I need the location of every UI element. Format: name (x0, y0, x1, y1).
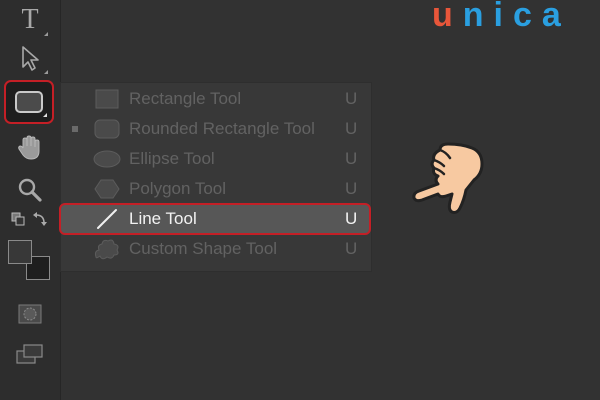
current-tool-indicator-icon (72, 126, 78, 132)
color-swatches[interactable] (6, 238, 56, 288)
menu-item-shortcut: U (345, 119, 358, 138)
foreground-color-swatch[interactable] (8, 240, 32, 264)
menu-item-label: Rounded Rectangle Tool (129, 119, 315, 138)
logo-rest: nica (462, 0, 571, 34)
rectangle-icon (93, 88, 121, 110)
menu-item-label: Custom Shape Tool (129, 239, 278, 258)
zoom-tool-button[interactable] (10, 172, 50, 208)
magnifier-icon (18, 178, 42, 202)
menu-item-label: Rectangle Tool (129, 89, 242, 108)
hand-icon (18, 135, 40, 160)
menu-item-shortcut: U (345, 239, 358, 258)
swap-colors-button[interactable] (10, 206, 50, 234)
ellipse-icon (93, 148, 121, 170)
flyout-indicator-icon (43, 113, 47, 117)
menu-item-shortcut: U (345, 89, 358, 108)
screen-mode-icon (16, 344, 43, 364)
shape-tools-flyout-menu: Rectangle Tool U Rounded Rectangle Tool … (59, 82, 372, 272)
menu-item-label: Line Tool (129, 209, 197, 228)
tools-panel: T (0, 0, 61, 400)
menu-item-label: Ellipse Tool (129, 149, 215, 168)
flyout-indicator-icon (44, 32, 48, 36)
menu-item-rounded-rectangle-tool[interactable]: Rounded Rectangle Tool U (61, 114, 371, 144)
shape-tool-button[interactable] (4, 80, 54, 124)
logo-first-letter: u (432, 0, 463, 34)
menu-item-shortcut: U (345, 209, 358, 228)
rounded-rectangle-icon (93, 118, 121, 140)
type-icon: T (21, 4, 39, 35)
quick-mask-icon (18, 304, 42, 324)
menu-item-ellipse-tool[interactable]: Ellipse Tool U (61, 144, 371, 174)
hand-tool-button[interactable] (10, 130, 50, 166)
photoshop-workspace: T Rectangle Tool U Rounded Rectangle Too… (0, 0, 600, 400)
menu-item-polygon-tool[interactable]: Polygon Tool U (61, 174, 371, 204)
custom-shape-icon (93, 238, 121, 260)
quick-mask-button[interactable] (10, 296, 50, 332)
pointing-hand-icon (412, 142, 484, 214)
menu-item-shortcut: U (345, 179, 358, 198)
flyout-indicator-icon (44, 70, 48, 74)
menu-item-custom-shape-tool[interactable]: Custom Shape Tool U (61, 234, 371, 264)
menu-item-shortcut: U (345, 149, 358, 168)
polygon-icon (93, 178, 121, 200)
unica-logo: unica (432, 0, 571, 35)
move-tool-button[interactable] (10, 40, 50, 76)
menu-item-label: Polygon Tool (129, 179, 227, 198)
rounded-rectangle-icon (15, 91, 43, 113)
screen-mode-button[interactable] (10, 336, 50, 372)
swap-colors-icon (11, 212, 47, 226)
arrow-cursor-icon (22, 46, 39, 71)
type-tool-button[interactable]: T (10, 2, 50, 38)
line-icon (93, 208, 121, 230)
menu-item-line-tool[interactable]: Line Tool U (59, 203, 371, 235)
menu-item-rectangle-tool[interactable]: Rectangle Tool U (61, 84, 371, 114)
